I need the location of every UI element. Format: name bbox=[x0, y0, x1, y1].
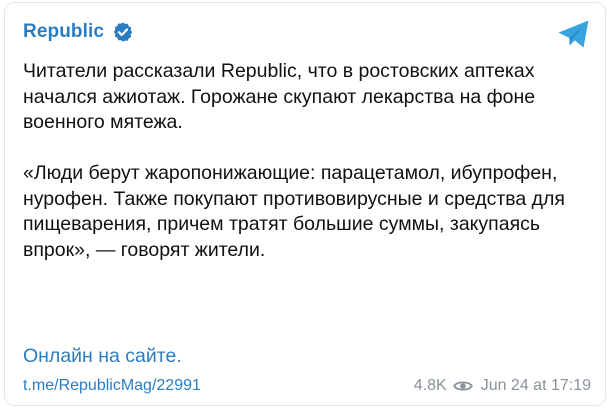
eye-icon bbox=[452, 381, 473, 391]
post-paragraph: Читатели рассказали Republic, что в рост… bbox=[23, 60, 536, 133]
view-count: 4.8K bbox=[413, 377, 447, 394]
post-meta: 4.8K Jun 24 at 17:19 bbox=[414, 377, 591, 395]
post-paragraph: «Люди берут жаропонижающие: парацетамол,… bbox=[23, 162, 565, 261]
verified-badge-icon bbox=[113, 22, 133, 42]
post-date: Jun 24 at 17:19 bbox=[480, 377, 591, 394]
telegram-logo-icon[interactable] bbox=[557, 19, 591, 49]
channel-name[interactable]: Republic bbox=[23, 21, 104, 43]
post-link[interactable]: t.me/RepublicMag/22991 bbox=[23, 377, 201, 395]
telegram-post-card: Republic Читатели рассказали Republic, ч… bbox=[4, 2, 606, 406]
site-link[interactable]: Онлайн на сайте. bbox=[23, 345, 182, 368]
post-header: Republic bbox=[23, 21, 134, 43]
post-text: Читатели рассказали Republic, что в рост… bbox=[23, 59, 583, 263]
